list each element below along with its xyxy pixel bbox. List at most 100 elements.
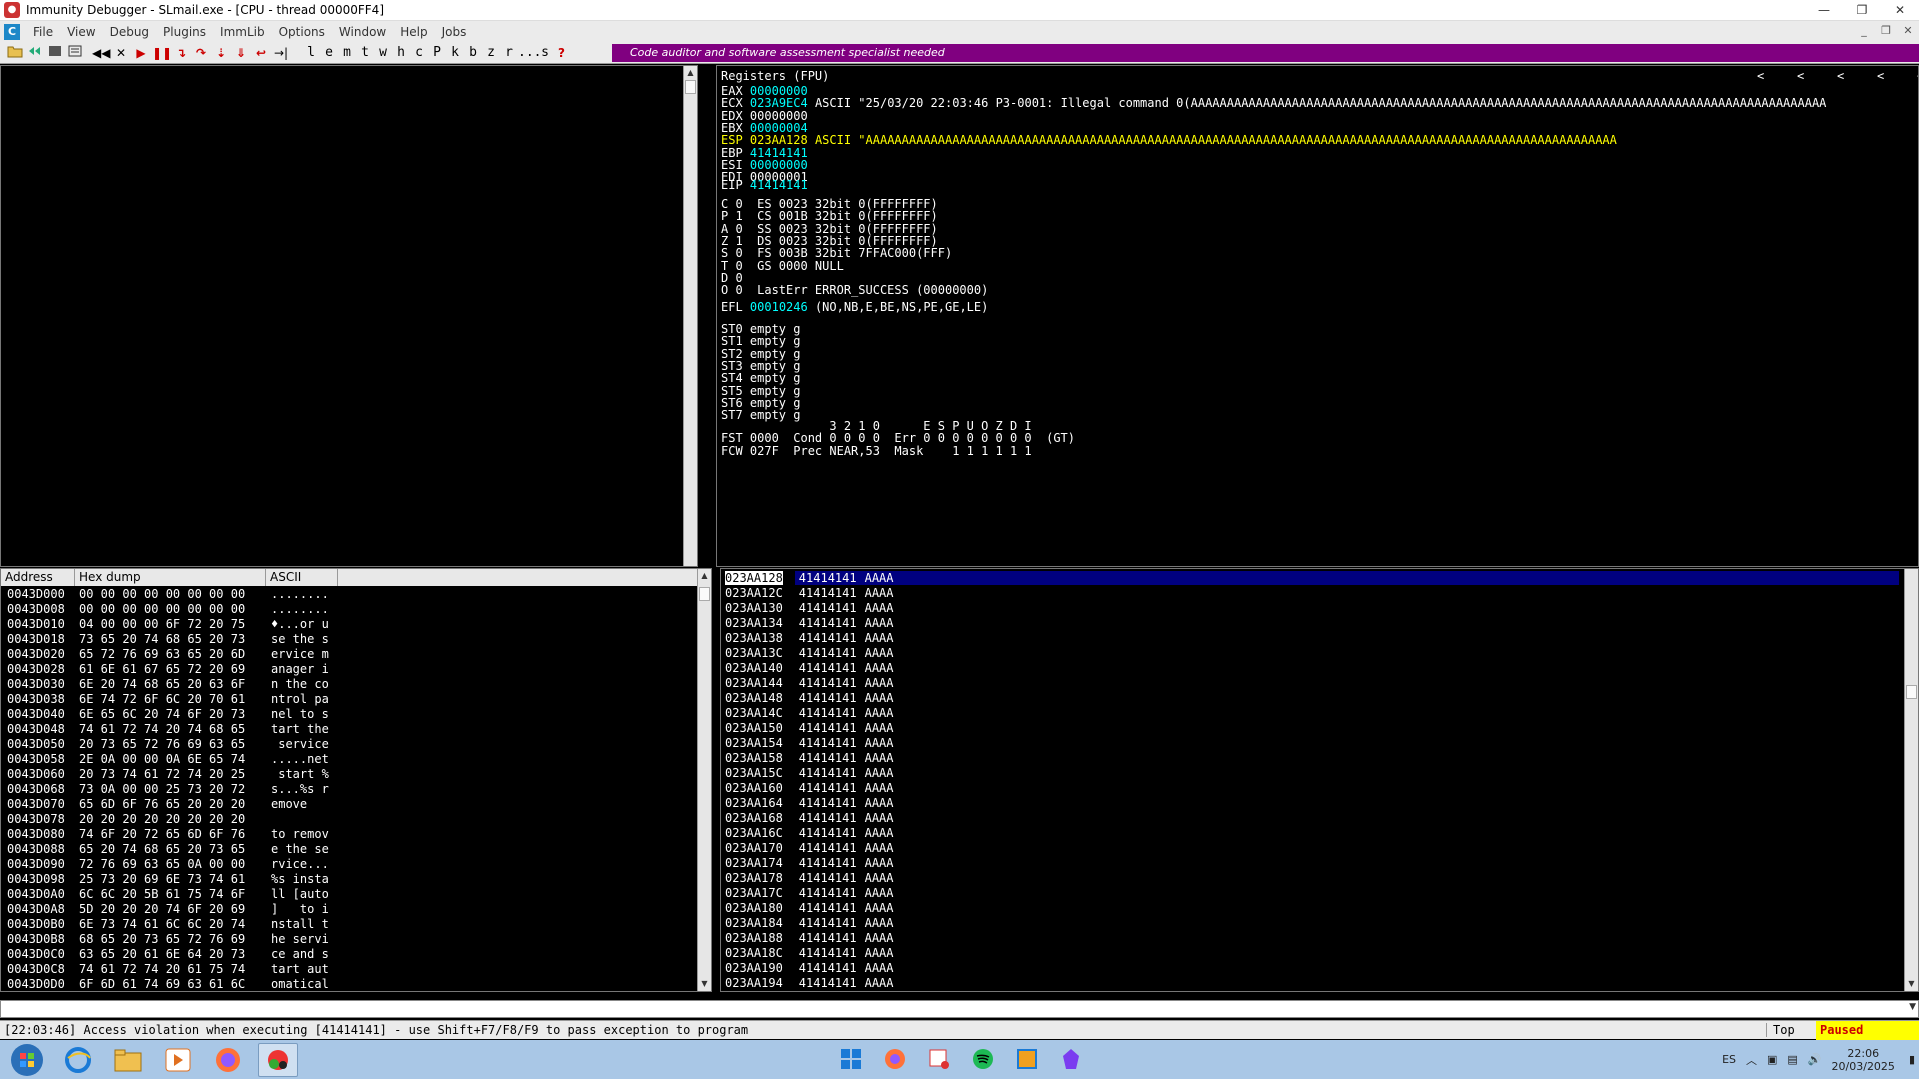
stack-scrollbar[interactable]: ▼ (1904, 569, 1918, 991)
stack-row[interactable]: 023AA13C 41414141 AAAA (725, 646, 894, 661)
run-icon[interactable]: ▶ (132, 44, 150, 62)
trace-over-icon[interactable]: ⇓ (232, 44, 250, 62)
registers-pane[interactable]: Registers (FPU) <<<<<<<<<<<<< EAX 000000… (716, 65, 1919, 567)
mdi-minimize-button[interactable]: _ (1853, 21, 1875, 41)
stack-row[interactable]: 023AA14C 41414141 AAAA (725, 706, 894, 721)
disassembly-scrollbar[interactable]: ▲ (683, 66, 697, 566)
help-button[interactable]: ? (558, 46, 565, 60)
sponsor-banner[interactable]: Code auditor and software assessment spe… (612, 44, 1919, 62)
dump-row[interactable]: 0043D010 04 00 00 00 6F 72 20 75 ♦...or u (7, 617, 341, 632)
toolbar-references-button[interactable]: r (500, 45, 518, 60)
close-button[interactable]: ✕ (1881, 0, 1919, 20)
col-hex-dump[interactable]: Hex dump (75, 569, 266, 586)
dump-row[interactable]: 0043D0D0 6F 6D 61 74 69 63 61 6C omatical (7, 977, 341, 991)
stack-row[interactable]: 023AA194 41414141 AAAA (725, 976, 894, 991)
dump-row[interactable]: 0043D008 00 00 00 00 00 00 00 00........ (7, 602, 341, 617)
go-to-icon[interactable]: →| (272, 44, 290, 62)
dump-row[interactable]: 0043D068 73 0A 00 00 25 73 20 72 s...%s r (7, 782, 341, 797)
show-desktop-icon[interactable]: ▮ (1909, 1053, 1915, 1066)
register-esp[interactable]: ESP 023AA128 ASCII "AAAAAAAAAAAAAAAAAAAA… (721, 133, 1617, 148)
register-arrow-icon[interactable]: < (1837, 69, 1877, 83)
toolbar-breakpoints-button[interactable]: b (464, 45, 482, 60)
mdi-restore-button[interactable]: ❐ (1875, 21, 1897, 41)
obsidian-icon[interactable] (1056, 1044, 1086, 1074)
stack-row[interactable]: 023AA160 41414141 AAAA (725, 781, 894, 796)
register-ecx[interactable]: ECX 023A9EC4 ASCII "25/03/20 22:03:46 P3… (721, 96, 1826, 111)
toolbar-log-button[interactable]: l (302, 45, 320, 60)
stack-row[interactable]: 023AA130 41414141 AAAA (725, 601, 894, 616)
tray-overflow-icon[interactable]: ︿ (1746, 1052, 1757, 1068)
step-into-icon[interactable]: ↴ (172, 44, 190, 62)
toolbar-windows-button[interactable]: w (374, 45, 392, 60)
fpu-status-line[interactable]: FCW 027F Prec NEAR,53 Mask 1 1 1 1 1 1 (721, 444, 1032, 459)
dump-row[interactable]: 0043D0A8 5D 20 20 20 74 6F 20 69] to i (7, 902, 341, 917)
menu-immlib[interactable]: ImmLib (213, 25, 272, 39)
dump-row[interactable]: 0043D050 20 73 65 72 76 69 63 65 service (7, 737, 341, 752)
stack-row[interactable]: 023AA184 41414141 AAAA (725, 916, 894, 931)
step-over-icon[interactable]: ↷ (192, 44, 210, 62)
menu-plugins[interactable]: Plugins (156, 25, 213, 39)
toolbar-runtrace-button[interactable]: ... (518, 45, 541, 60)
toolbar-z-button[interactable]: z (482, 45, 500, 60)
stack-row[interactable]: 023AA188 41414141 AAAA (725, 931, 894, 946)
dump-row[interactable]: 0043D088 65 20 74 68 65 20 73 65 e the se (7, 842, 341, 857)
dump-row[interactable]: 0043D040 6E 65 6C 20 74 6F 20 73 nel to s (7, 707, 341, 722)
flag-line[interactable]: O 0 LastErr ERROR_SUCCESS (00000000) (721, 283, 988, 298)
stack-row[interactable]: 023AA164 41414141 AAAA (725, 796, 894, 811)
media-player-icon[interactable] (158, 1043, 198, 1077)
internet-explorer-icon[interactable] (58, 1043, 98, 1077)
menu-help[interactable]: Help (393, 25, 434, 39)
stack-row[interactable]: 023AA148 41414141 AAAA (725, 691, 894, 706)
stack-row[interactable]: 023AA18C 41414141 AAAA (725, 946, 894, 961)
stack-row[interactable]: 023AA134 41414141 AAAA (725, 616, 894, 631)
dump-row[interactable]: 0043D000 00 00 00 00 00 00 00 00........ (7, 587, 341, 602)
stack-row[interactable]: 023AA180 41414141 AAAA (725, 901, 894, 916)
registers-header[interactable]: Registers (FPU) (721, 69, 829, 83)
pause-icon[interactable]: ❚❚ (152, 44, 172, 62)
virtualbox-icon[interactable] (1012, 1044, 1042, 1074)
dump-row[interactable]: 0043D0C8 74 61 72 74 20 61 75 74 tart aut (7, 962, 341, 977)
col-address[interactable]: Address (1, 569, 75, 586)
dump-row[interactable]: 0043D058 2E 0A 00 00 0A 6E 65 74 .....net (7, 752, 341, 767)
firefox-remote-icon[interactable] (880, 1044, 910, 1074)
stack-row[interactable]: 023AA174 41414141 AAAA (725, 856, 894, 871)
snipping-tool-icon[interactable] (924, 1044, 954, 1074)
command-history-dropdown-icon[interactable]: ▼ (1909, 1002, 1916, 1012)
stack-row[interactable]: 023AA158 41414141 AAAA (725, 751, 894, 766)
scroll-thumb[interactable] (699, 587, 710, 601)
stack-row[interactable]: 023AA144 41414141 AAAA (725, 676, 894, 691)
register-arrow-icon[interactable]: < (1797, 69, 1837, 83)
register-efl[interactable]: EFL 00010246 (NO,NB,E,BE,NS,PE,GE,LE) (721, 300, 988, 315)
language-indicator[interactable]: ES (1722, 1053, 1736, 1066)
windows-logo-icon[interactable] (836, 1044, 866, 1074)
stack-row[interactable]: 023AA150 41414141 AAAA (725, 721, 894, 736)
toolbar-patches-button[interactable]: P (428, 45, 446, 60)
toolbar-cpu-button[interactable]: c (410, 45, 428, 60)
firefox-icon[interactable] (208, 1043, 248, 1077)
menu-window[interactable]: Window (332, 25, 393, 39)
rewind-icon[interactable]: ◀◀ (92, 44, 110, 62)
register-arrow-icon[interactable]: < (1877, 69, 1917, 83)
toolbar-threads-button[interactable]: t (356, 45, 374, 60)
menu-view[interactable]: View (60, 25, 102, 39)
immunity-debugger-taskbar-icon[interactable] (258, 1042, 298, 1077)
scroll-thumb[interactable] (1906, 685, 1917, 699)
scroll-down-icon[interactable]: ▼ (1905, 977, 1918, 991)
cpu-window-icon[interactable]: C (4, 23, 20, 40)
memory-map-icon[interactable] (66, 44, 84, 62)
stack-row[interactable]: 023AA190 41414141 AAAA (725, 961, 894, 976)
toolbar-callstack-button[interactable]: k (446, 45, 464, 60)
dump-row[interactable]: 0043D0B0 6E 73 74 61 6C 6C 20 74 nstall t (7, 917, 341, 932)
execute-till-return-icon[interactable]: ↩ (252, 44, 270, 62)
dump-row[interactable]: 0043D020 65 72 76 69 63 65 20 6D ervice m (7, 647, 341, 662)
stack-row[interactable]: 023AA12C 41414141 AAAA (725, 586, 894, 601)
close-x-icon[interactable]: ✕ (112, 44, 130, 62)
toolbar-handles-button[interactable]: h (392, 45, 410, 60)
dump-row[interactable]: 0043D0A0 6C 6C 20 5B 61 75 74 6F ll [auto (7, 887, 341, 902)
register-eip[interactable]: EIP 41414141 (721, 178, 808, 193)
maximize-button[interactable]: ❐ (1843, 0, 1881, 20)
dump-row[interactable]: 0043D070 65 6D 6F 76 65 20 20 20 emove (7, 797, 341, 812)
dump-row[interactable]: 0043D098 25 73 20 69 6E 73 74 61 %s insta (7, 872, 341, 887)
dump-row[interactable]: 0043D028 61 6E 61 67 65 72 20 69 anager i (7, 662, 341, 677)
stack-row[interactable]: 023AA154 41414141 AAAA (725, 736, 894, 751)
